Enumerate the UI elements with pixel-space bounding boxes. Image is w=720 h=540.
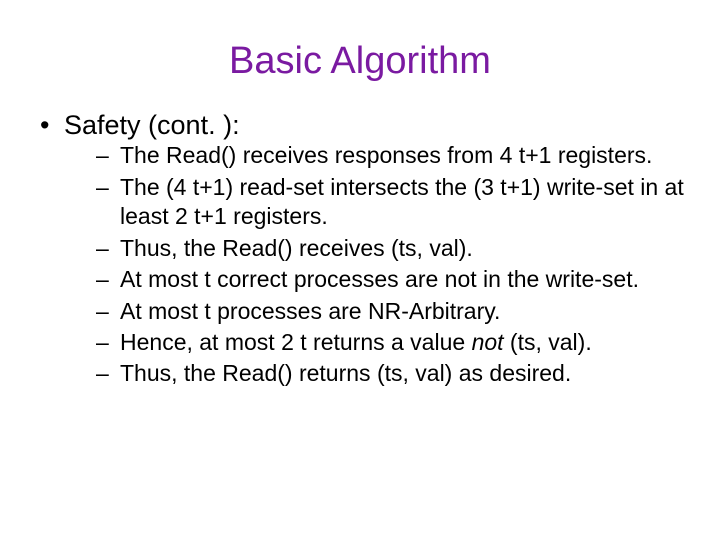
level2-item: At most t processes are NR-Arbitrary. <box>96 297 690 326</box>
level2-item: The Read() receives responses from 4 t+1… <box>96 141 690 170</box>
point-text: At most t correct processes are not in t… <box>120 266 639 292</box>
not-emphasis: not <box>472 329 504 355</box>
point-text: At most t processes are NR-Arbitrary. <box>120 298 500 324</box>
point-text: Thus, the Read() returns (ts, val) as de… <box>120 360 571 386</box>
level2-item: Thus, the Read() returns (ts, val) as de… <box>96 359 690 388</box>
sublist: The Read() receives responses from 4 t+1… <box>64 141 690 389</box>
slide-container: Basic Algorithm Safety (cont. ): The Rea… <box>0 0 720 540</box>
level2-item: Thus, the Read() receives (ts, val). <box>96 234 690 263</box>
bullet-list: Safety (cont. ): The Read() receives res… <box>30 109 690 389</box>
point-text: The (4 t+1) read-set intersects the (3 t… <box>120 174 684 229</box>
point-text: The Read() receives responses from 4 t+1… <box>120 142 652 168</box>
level2-item: Hence, at most 2 t returns a value not (… <box>96 328 690 357</box>
point-text-b: (ts, val). <box>504 329 592 355</box>
point-text: Thus, the Read() receives (ts, val). <box>120 235 473 261</box>
level2-item: The (4 t+1) read-set intersects the (3 t… <box>96 173 690 232</box>
level1-text: Safety (cont. ): <box>64 110 240 140</box>
slide-title: Basic Algorithm <box>30 40 690 83</box>
point-text-a: Hence, at most 2 t returns a value <box>120 329 472 355</box>
level1-item: Safety (cont. ): The Read() receives res… <box>36 109 690 389</box>
level2-item: At most t correct processes are not in t… <box>96 265 690 294</box>
